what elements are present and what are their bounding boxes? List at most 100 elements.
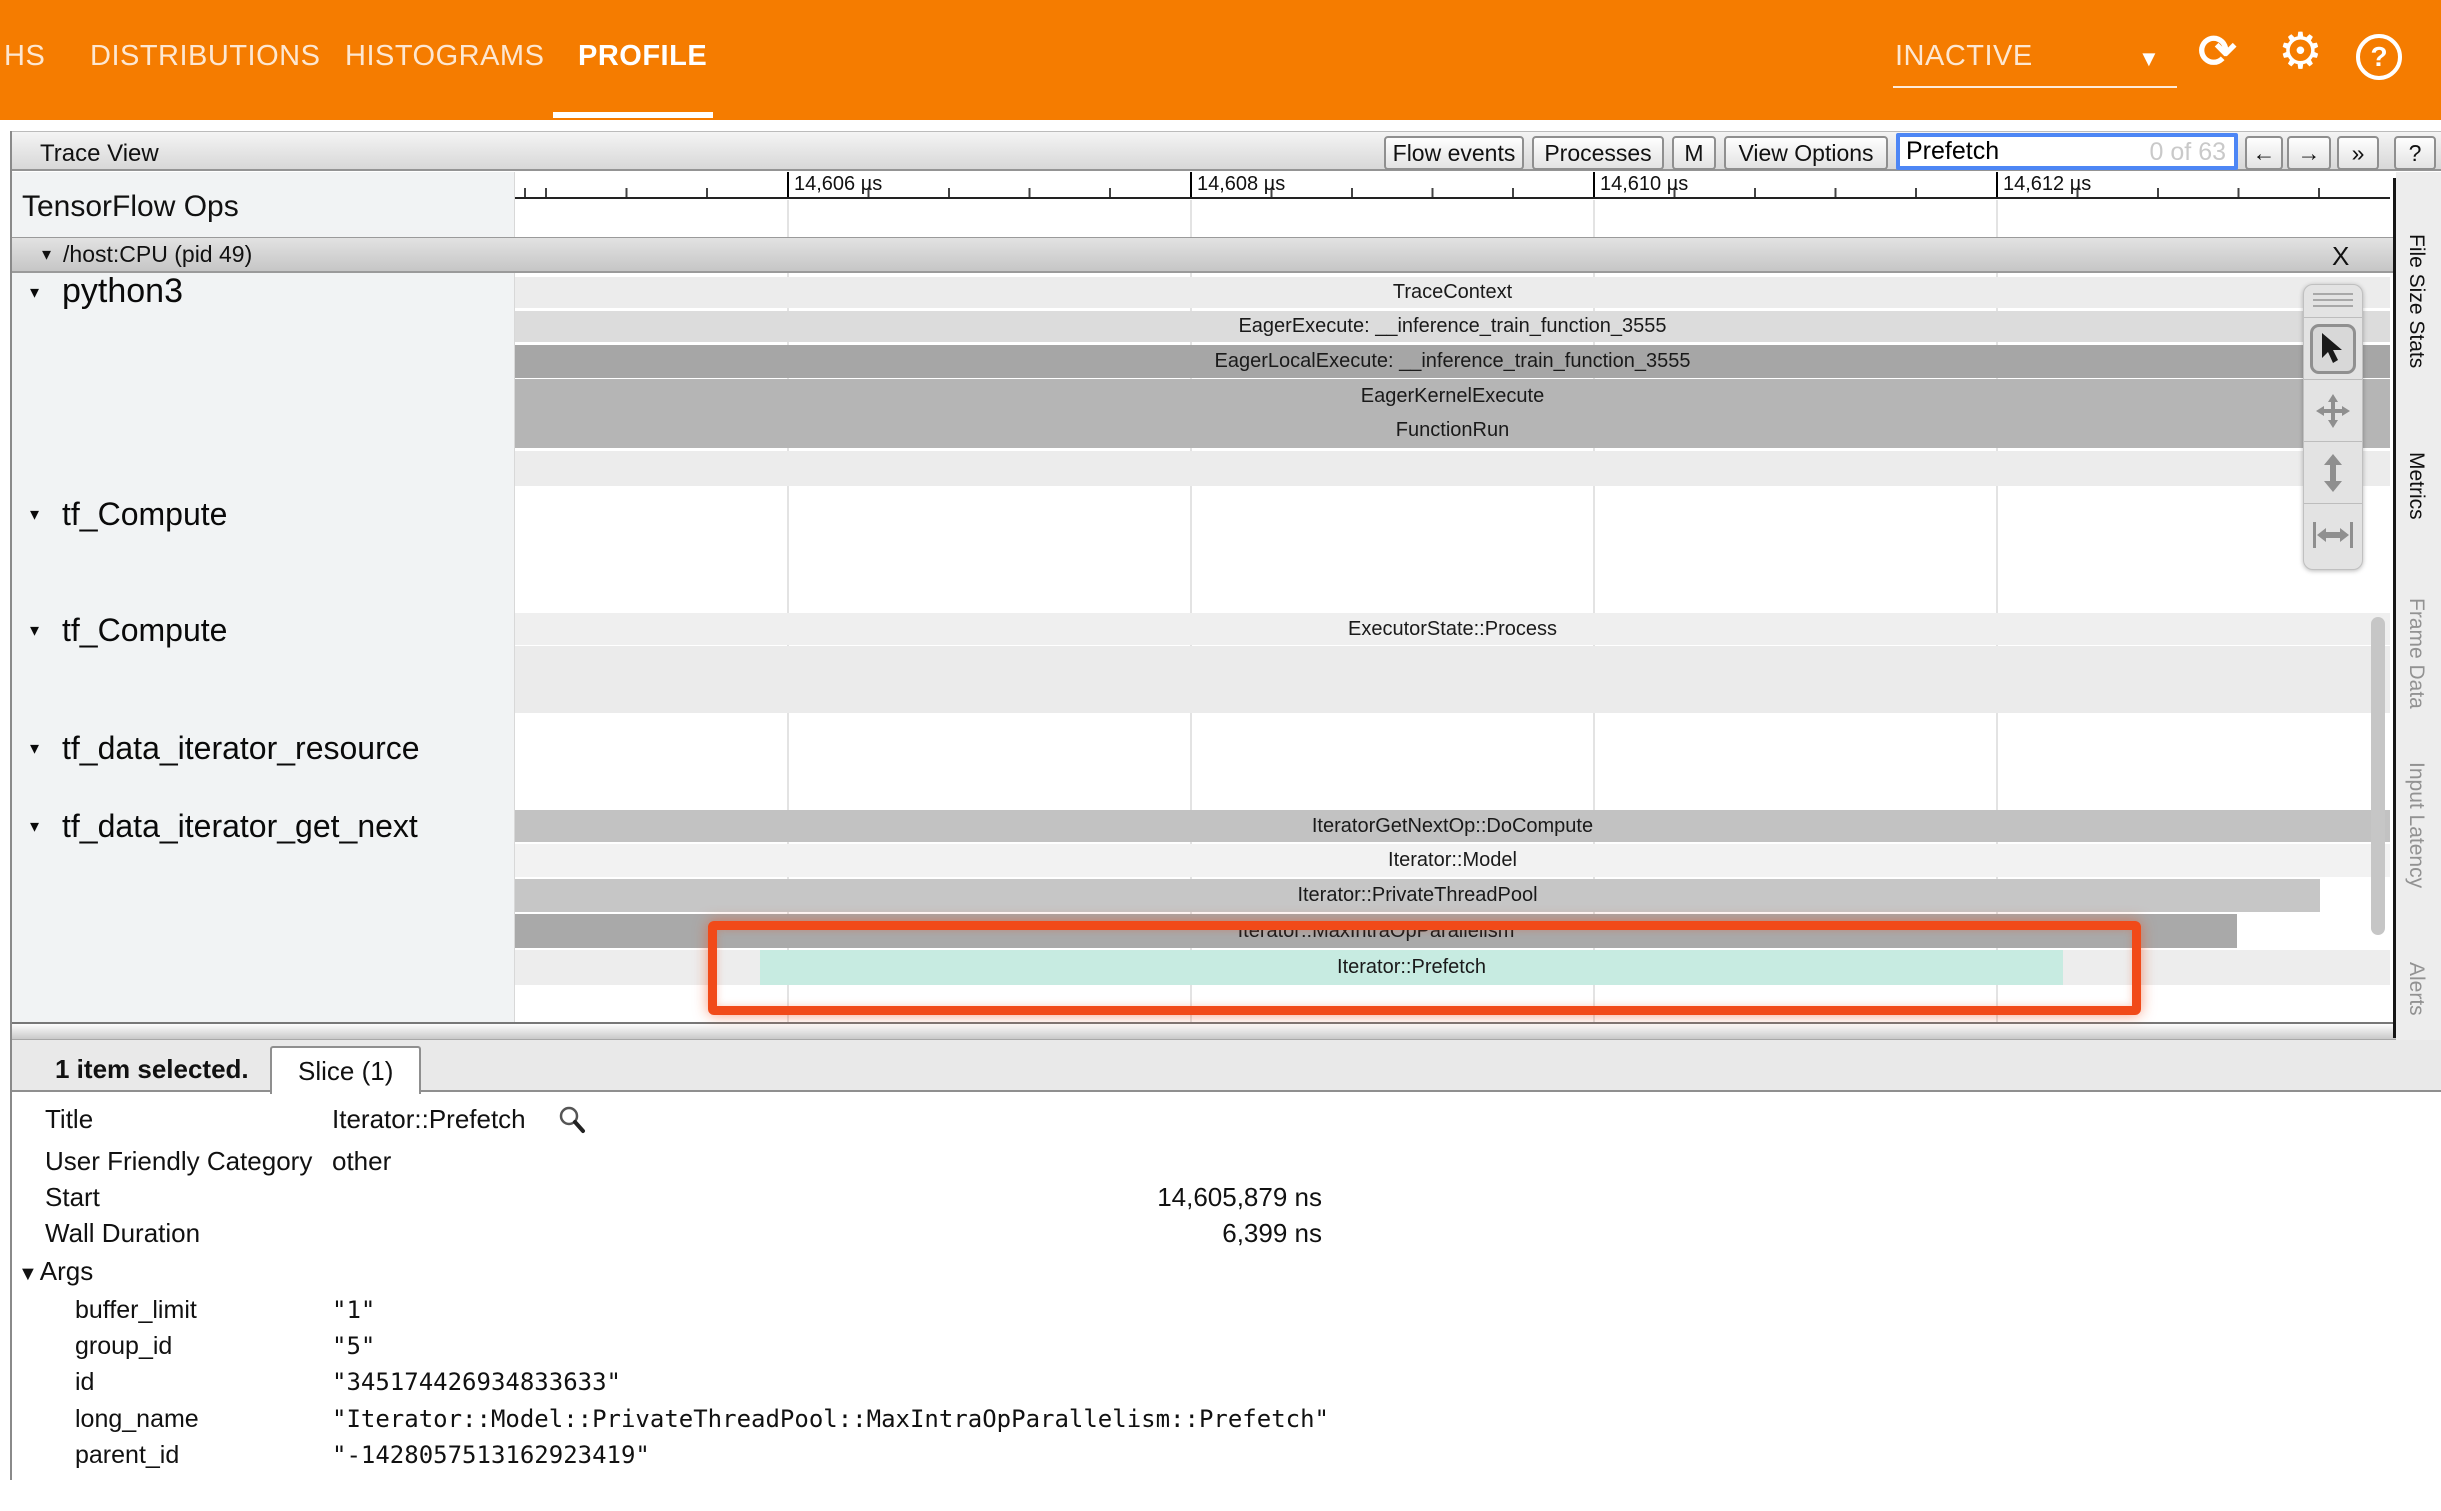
collapse-controls-button[interactable]: » [2337, 136, 2379, 170]
triangle-down-icon[interactable]: ▾ [30, 816, 39, 837]
select-tool-button[interactable] [2304, 317, 2362, 379]
detail-value-category: other [332, 1146, 391, 1177]
ruler-major-tick [787, 172, 789, 197]
run-selector[interactable]: INACTIVE [1895, 40, 2033, 73]
event-bar-eagerexecute[interactable]: EagerExecute: __inference_train_function… [515, 311, 2390, 342]
processes-button[interactable]: Processes [1532, 136, 1664, 170]
arg-value-group-id: "5" [332, 1332, 375, 1360]
help-glyph: ? [2370, 41, 2387, 73]
event-bar-unlabeled[interactable] [515, 451, 2390, 486]
event-label: ExecutorState::Process [1348, 618, 1557, 641]
find-next-button[interactable]: → [2287, 136, 2331, 170]
grip-icon[interactable] [2313, 293, 2353, 311]
view-options-button[interactable]: View Options [1724, 136, 1888, 170]
zoom-tool-button[interactable] [2304, 441, 2362, 503]
sidebar-divider [2393, 178, 2396, 1038]
track-label-python3[interactable]: python3 [62, 272, 183, 311]
search-result-count: 0 of 63 [2150, 138, 2226, 167]
arg-key-id: id [75, 1368, 94, 1397]
arg-key-buffer-limit: buffer_limit [75, 1296, 197, 1325]
event-bar-eagerkernelexecute[interactable]: EagerKernelExecute [515, 379, 2390, 413]
detail-value-start: 14,605,879 ns [332, 1182, 1322, 1213]
triangle-down-icon[interactable]: ▾ [30, 738, 39, 759]
event-label: IteratorGetNextOp::DoCompute [1312, 815, 1593, 838]
arg-value-buffer-limit: "1" [332, 1296, 375, 1324]
arg-value-long-name: "Iterator::Model::PrivateThreadPool::Max… [332, 1405, 1329, 1433]
arg-value-parent-id: "-1428057513162923419" [332, 1441, 650, 1469]
event-label: EagerLocalExecute: __inference_train_fun… [1215, 350, 1691, 373]
triangle-down-icon[interactable]: ▾ [30, 620, 39, 641]
find-previous-button[interactable]: ← [2245, 136, 2283, 170]
event-bar-tracecontext[interactable]: TraceContext [515, 277, 2390, 308]
tab-slice-label: Slice (1) [298, 1056, 393, 1087]
args-header-label: Args [40, 1256, 93, 1286]
shortcuts-help-button[interactable]: ? [2394, 136, 2436, 170]
event-bar-functionrun[interactable]: FunctionRun [515, 413, 2390, 448]
tab-distributions[interactable]: DISTRIBUTIONS [90, 40, 320, 73]
event-bar-executorstate-process[interactable]: ExecutorState::Process [515, 613, 2390, 645]
sidebar-item-frame-data[interactable]: Frame Data [2404, 598, 2428, 709]
process-header-host-cpu[interactable]: ▾ /host:CPU (pid 49) [12, 237, 2393, 273]
close-icon[interactable]: X [2332, 241, 2349, 272]
event-bar-iterator-privatethreadpool[interactable]: Iterator::PrivateThreadPool [515, 879, 2320, 912]
triangle-down-icon[interactable]: ▾ [30, 504, 39, 525]
sidebar-item-metrics[interactable]: Metrics [2404, 452, 2428, 520]
refresh-icon[interactable]: ⟳ [2198, 28, 2237, 74]
vertical-zoom-icon [2322, 454, 2344, 492]
event-label: EagerKernelExecute [1361, 385, 1544, 408]
triangle-down-icon: ▾ [42, 244, 51, 265]
metadata-button[interactable]: M [1672, 136, 1716, 170]
chevron-down-icon[interactable]: ▼ [2138, 48, 2160, 70]
track-label-tf-compute-2[interactable]: tf_Compute [62, 612, 227, 649]
event-bar-eagerlocalexecute[interactable]: EagerLocalExecute: __inference_train_fun… [515, 345, 2390, 378]
detail-label-start: Start [45, 1182, 100, 1213]
arg-key-parent-id: parent_id [75, 1441, 179, 1470]
sidebar-item-alerts[interactable]: Alerts [2404, 962, 2428, 1016]
tab-profile[interactable]: PROFILE [578, 40, 707, 73]
event-bar-unlabeled[interactable] [515, 646, 2390, 713]
event-bar-iteratorgetnextop[interactable]: IteratorGetNextOp::DoCompute [515, 810, 2390, 842]
tab-histograms[interactable]: HISTOGRAMS [345, 40, 544, 73]
ruler-tick-label: 14,612 µs [2003, 173, 2091, 196]
sidebar-item-file-size-stats[interactable]: File Size Stats [2404, 234, 2428, 368]
selection-status: 1 item selected. [55, 1054, 249, 1085]
flow-events-button[interactable]: Flow events [1384, 136, 1524, 170]
detail-label-category: User Friendly Category [45, 1146, 312, 1177]
detail-label-wall-duration: Wall Duration [45, 1218, 200, 1249]
event-label: Iterator::PrivateThreadPool [1297, 884, 1537, 907]
arg-key-group-id: group_id [75, 1332, 172, 1361]
active-tab-underline [553, 112, 713, 118]
find-box: 0 of 63 [1896, 133, 2238, 170]
ops-panel-title: TensorFlow Ops [22, 190, 239, 224]
event-bar-iterator-model[interactable]: Iterator::Model [515, 844, 2390, 877]
sidebar-item-input-latency[interactable]: Input Latency [2404, 762, 2428, 888]
ruler-major-tick [1996, 172, 1998, 197]
cursor-arrow-icon [2318, 332, 2348, 366]
gear-icon[interactable]: ⚙ [2278, 26, 2323, 76]
trace-view-title: Trace View [40, 140, 159, 168]
run-selector-underline [1893, 86, 2177, 88]
ruler-major-tick [1593, 172, 1595, 197]
triangle-down-icon: ▼ [18, 1263, 38, 1285]
args-section-header[interactable]: ▼Args [18, 1256, 93, 1287]
ruler-major-tick [1190, 172, 1192, 197]
detail-value-wall-duration: 6,399 ns [332, 1218, 1322, 1249]
magnifier-icon[interactable] [556, 1104, 588, 1136]
event-label: EagerExecute: __inference_train_function… [1238, 315, 1666, 338]
vertical-scrollbar-thumb[interactable] [2371, 617, 2385, 935]
tab-slice[interactable]: Slice (1) [270, 1046, 421, 1094]
track-label-tf-data-iterator-resource[interactable]: tf_data_iterator_resource [62, 730, 420, 767]
process-header-label: /host:CPU (pid 49) [63, 241, 252, 268]
pan-icon [2315, 393, 2351, 429]
track-label-tf-data-iterator-get-next[interactable]: tf_data_iterator_get_next [62, 808, 418, 845]
ruler-tick-label: 14,606 µs [794, 173, 882, 196]
triangle-down-icon[interactable]: ▾ [30, 282, 39, 303]
timing-tool-button[interactable] [2304, 503, 2362, 565]
track-label-tf-compute-1[interactable]: tf_Compute [62, 496, 227, 533]
search-input[interactable] [1906, 137, 2136, 165]
pan-tool-button[interactable] [2304, 379, 2362, 441]
select-tool-active-frame [2310, 324, 2356, 374]
panel-splitter[interactable] [12, 1022, 2441, 1040]
help-icon[interactable]: ? [2356, 34, 2402, 80]
tab-truncated[interactable]: HS [4, 40, 45, 73]
